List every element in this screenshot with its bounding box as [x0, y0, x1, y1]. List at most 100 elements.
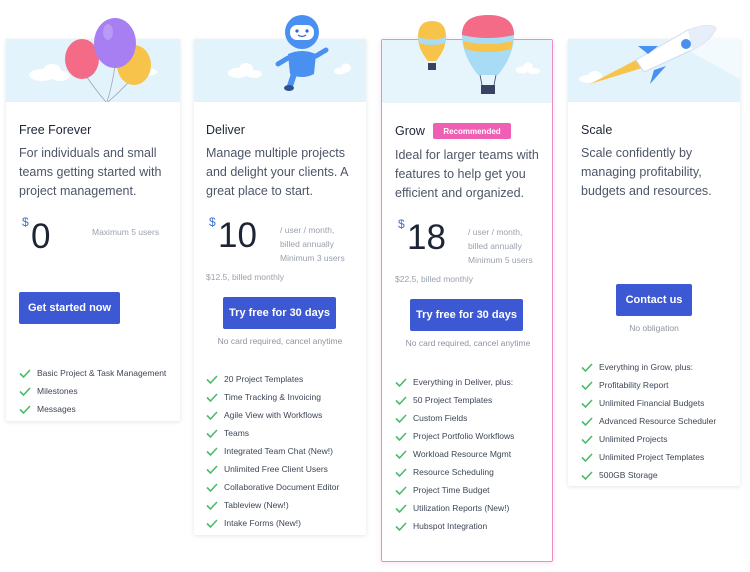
price-note-line: / user / month, — [280, 225, 335, 235]
check-icon — [395, 467, 407, 477]
feature-item: Resource Scheduling — [395, 463, 514, 481]
feature-label: Resource Scheduling — [413, 467, 494, 477]
plan-description: Manage multiple projects and delight you… — [206, 146, 348, 198]
feature-label: Messages — [37, 404, 76, 414]
feature-label: Utilization Reports (New!) — [413, 503, 510, 513]
plan-name: Free Forever — [19, 123, 92, 137]
no-card-note: No card required, cancel anytime — [217, 336, 343, 346]
feature-item: Time Tracking & Invoicing — [206, 388, 339, 406]
check-icon — [206, 482, 218, 492]
check-icon — [206, 518, 218, 528]
check-icon — [206, 374, 218, 384]
feature-item: Agile View with Workflows — [206, 406, 339, 424]
check-icon — [395, 521, 407, 531]
plan-description: Ideal for larger teams with features to … — [395, 148, 539, 200]
rocket-illustration — [590, 24, 717, 84]
feature-item: 500GB Storage — [581, 466, 716, 484]
feature-label: Advanced Resource Scheduler — [599, 416, 717, 426]
check-icon — [581, 452, 593, 462]
feature-label: Tableview (New!) — [224, 500, 289, 510]
plan-card-scale: Scale Scale confidently by managing prof… — [568, 39, 740, 486]
monthly-price-note: $22.5, billed monthly — [395, 274, 473, 284]
price-note-line: billed annually — [468, 241, 522, 251]
check-icon — [19, 386, 31, 396]
price-note: Maximum 5 users — [92, 227, 160, 237]
feature-item: 50 Project Templates — [395, 391, 514, 409]
price-amount: 10 — [218, 216, 257, 255]
no-card-note: No card required, cancel anytime — [405, 338, 531, 348]
currency-symbol: $ — [209, 215, 216, 229]
check-icon — [19, 368, 31, 378]
check-icon — [581, 434, 593, 444]
feature-list: Basic Project & Task Management Mileston… — [19, 364, 166, 418]
try-free-button[interactable]: Try free for 30 days — [410, 299, 523, 331]
feature-label: Teams — [224, 428, 250, 438]
feature-item: Unlimited Free Client Users — [206, 460, 339, 478]
feature-label: Project Time Budget — [413, 485, 490, 495]
feature-label: Custom Fields — [413, 413, 468, 423]
no-obligation-note: No obligation — [629, 323, 679, 333]
check-icon — [395, 449, 407, 459]
plan-description: For individuals and small teams getting … — [19, 146, 162, 198]
check-icon — [581, 362, 593, 372]
feature-list: Everything in Deliver, plus: 50 Project … — [395, 373, 514, 535]
feature-item: Hubspot Integration — [395, 517, 514, 535]
check-icon — [206, 464, 218, 474]
feature-label: Milestones — [37, 386, 78, 396]
balloons-illustration — [65, 18, 151, 103]
feature-label: Unlimited Projects — [599, 434, 668, 444]
check-icon — [206, 392, 218, 402]
feature-label: Project Portfolio Workflows — [413, 431, 515, 441]
monthly-price-note: $12.5, billed monthly — [206, 272, 284, 282]
currency-symbol: $ — [22, 215, 29, 229]
feature-label: Hubspot Integration — [413, 521, 488, 531]
check-icon — [581, 380, 593, 390]
get-started-button[interactable]: Get started now — [19, 292, 120, 324]
plan-name: Deliver — [206, 123, 245, 137]
feature-item: Advanced Resource Scheduler — [581, 412, 716, 430]
price-note-line: Minimum 3 users — [280, 253, 345, 263]
feature-item: 20 Project Templates — [206, 370, 339, 388]
feature-label: 500GB Storage — [599, 470, 658, 480]
feature-item: Messages — [19, 400, 166, 418]
price-amount: 18 — [407, 218, 446, 257]
feature-list: Everything in Grow, plus: Profitability … — [581, 358, 716, 484]
feature-item: Basic Project & Task Management — [19, 364, 166, 382]
check-icon — [206, 428, 218, 438]
feature-label: Basic Project & Task Management — [37, 368, 167, 378]
feature-label: Workload Resource Mgmt — [413, 449, 512, 459]
check-icon — [395, 395, 407, 405]
check-icon — [581, 416, 593, 426]
feature-label: Profitability Report — [599, 380, 669, 390]
contact-us-button[interactable]: Contact us — [616, 284, 692, 316]
feature-item: Unlimited Projects — [581, 430, 716, 448]
feature-item: Everything in Grow, plus: — [581, 358, 716, 376]
feature-label: Everything in Deliver, plus: — [413, 377, 514, 387]
plan-card-grow: Grow Recommended Ideal for larger teams … — [381, 39, 553, 562]
check-icon — [206, 500, 218, 510]
feature-label: 50 Project Templates — [413, 395, 493, 405]
feature-label: Unlimited Financial Budgets — [599, 398, 705, 408]
check-icon — [19, 404, 31, 414]
price-note-line: billed annually — [280, 239, 334, 249]
feature-label: Unlimited Project Templates — [599, 452, 705, 462]
feature-item: Unlimited Project Templates — [581, 448, 716, 466]
check-icon — [395, 431, 407, 441]
feature-label: Intake Forms (New!) — [224, 518, 301, 528]
check-icon — [395, 503, 407, 513]
feature-label: 20 Project Templates — [224, 374, 304, 384]
check-icon — [395, 413, 407, 423]
price-note-line: Minimum 5 users — [468, 255, 533, 265]
price-note-line: / user / month, — [468, 227, 523, 237]
currency-symbol: $ — [398, 217, 405, 231]
feature-item: Tableview (New!) — [206, 496, 339, 514]
plan-name: Scale — [581, 123, 613, 137]
try-free-button[interactable]: Try free for 30 days — [223, 297, 336, 329]
feature-item: Milestones — [19, 382, 166, 400]
feature-item: Workload Resource Mgmt — [395, 445, 514, 463]
feature-item: Utilization Reports (New!) — [395, 499, 514, 517]
plan-description: Scale confidently by managing profitabil… — [581, 146, 712, 198]
check-icon — [206, 446, 218, 456]
feature-label: Time Tracking & Invoicing — [224, 392, 321, 402]
feature-list: 20 Project Templates Time Tracking & Inv… — [206, 370, 339, 532]
